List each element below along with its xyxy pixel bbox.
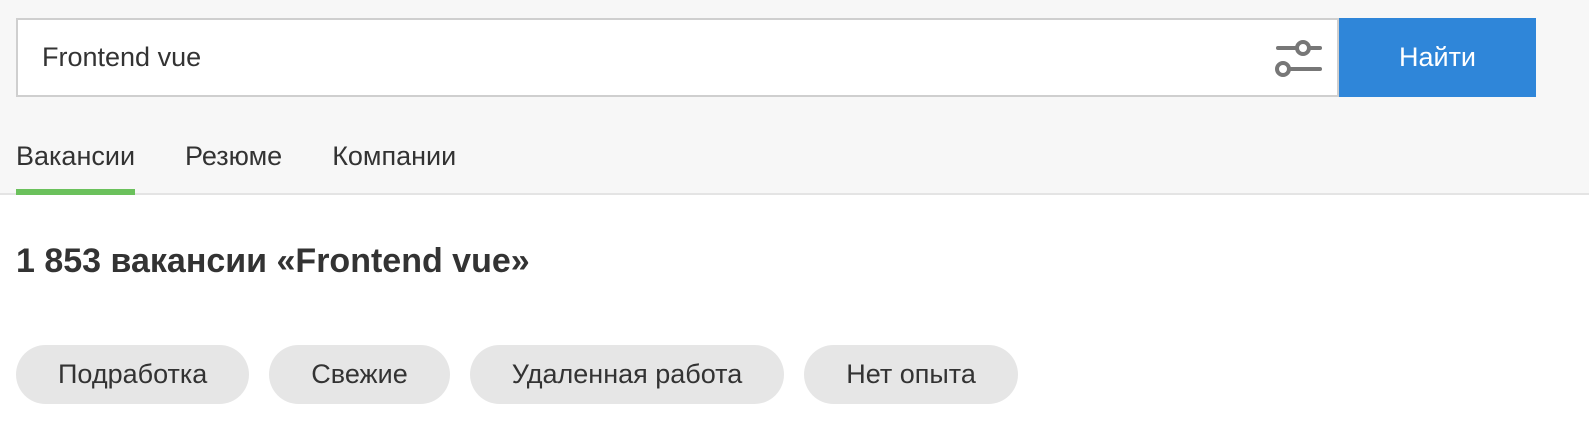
sliders-icon[interactable] <box>1272 39 1324 79</box>
results-title: 1 853 вакансии «Frontend vue» <box>16 242 530 280</box>
search-button[interactable]: Найти <box>1339 18 1536 97</box>
chip-no-experience[interactable]: Нет опыта <box>804 345 1018 404</box>
chip-fresh[interactable]: Свежие <box>269 345 450 404</box>
search-input[interactable] <box>42 20 1242 95</box>
tabs: Вакансии Резюме Компании <box>16 128 456 195</box>
filter-chips: Подработка Свежие Удаленная работа Нет о… <box>16 345 1018 404</box>
tab-companies[interactable]: Компании <box>332 128 456 195</box>
search-box <box>16 18 1339 97</box>
tab-vacancies[interactable]: Вакансии <box>16 128 136 195</box>
tab-resumes[interactable]: Резюме <box>185 128 282 195</box>
chip-part-time[interactable]: Подработка <box>16 345 250 404</box>
chip-remote[interactable]: Удаленная работа <box>469 345 785 404</box>
search-header: Найти Вакансии Резюме Компании <box>0 0 1589 195</box>
